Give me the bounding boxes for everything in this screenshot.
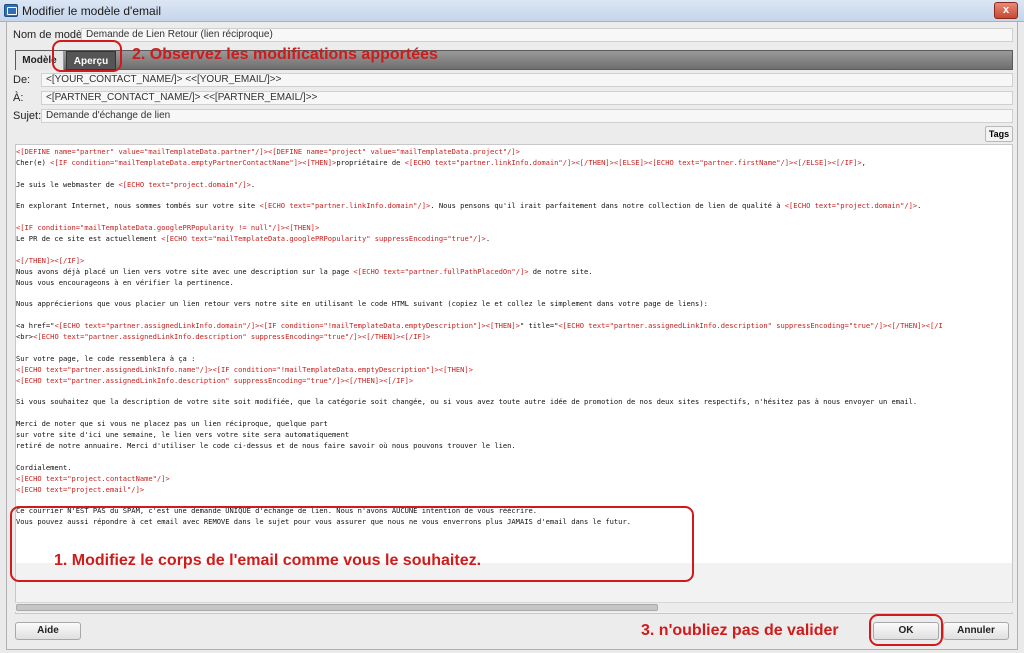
body-text: Cher(e) bbox=[16, 157, 51, 167]
template-tag-text: <[ECHO text="project.domain"/]> bbox=[784, 201, 918, 211]
from-field[interactable]: <[YOUR_CONTACT_NAME/]> <<[YOUR_EMAIL/]>> bbox=[41, 73, 1013, 87]
horizontal-scrollbar[interactable] bbox=[15, 602, 1013, 612]
editor-line: Nous avons déjà placé un lien vers votre… bbox=[16, 267, 943, 278]
body-text: Cordialement. bbox=[16, 462, 72, 472]
template-tag-text: <[ECHO text="partner.assignedLinkInfo.de… bbox=[33, 332, 431, 342]
annotation-step3: 3. n'oubliez pas de valider bbox=[641, 622, 839, 639]
template-tag-text: <[ECHO text="partner.assignedLinkInfo.de… bbox=[16, 375, 414, 385]
body-text: . bbox=[917, 201, 922, 211]
close-icon[interactable]: x bbox=[994, 2, 1018, 19]
annotation-box-email-body bbox=[10, 506, 694, 582]
subject-label: Sujet: bbox=[13, 110, 42, 122]
body-text: propriétaire de bbox=[336, 157, 405, 167]
annotation-box-preview-tab bbox=[52, 40, 122, 72]
editor-line: En explorant Internet, nous sommes tombé… bbox=[16, 201, 943, 212]
body-text: <br> bbox=[16, 332, 34, 342]
editor-line: <a href="<[ECHO text="partner.assignedLi… bbox=[16, 321, 943, 332]
editor-line: retiré de notre annuaire. Merci d'utilis… bbox=[16, 441, 943, 452]
annotation-step1: 1. Modifiez le corps de l'email comme vo… bbox=[54, 552, 482, 569]
template-tag-text: <[ECHO text="project.email"/]> bbox=[16, 484, 145, 494]
template-tag-text: <[ECHO text="partner.assignedLinkInfo.de… bbox=[558, 321, 943, 331]
body-text: Sur votre page, le code ressemblera à ça… bbox=[16, 353, 196, 363]
body-text: , bbox=[861, 157, 866, 167]
template-tag-text: <[IF condition="mailTemplateData.emptyPa… bbox=[50, 157, 337, 167]
editor-line: Si vous souhaitez que la description de … bbox=[16, 397, 943, 408]
editor-line: <[ECHO text="project.contactName"/]> bbox=[16, 474, 943, 485]
body-text: sur votre site d'ici une semaine, le lie… bbox=[16, 430, 350, 440]
editor-line: sur votre site d'ici une semaine, le lie… bbox=[16, 430, 943, 441]
template-tag-text: <[ECHO text="mailTemplateData.googlePRPo… bbox=[161, 234, 486, 244]
body-text: Je suis le webmaster de bbox=[16, 179, 119, 189]
body-text: Nous vous encourageons à en vérifier la … bbox=[16, 277, 234, 287]
editor-line: Nous vous encourageons à en vérifier la … bbox=[16, 278, 943, 289]
from-label: De: bbox=[13, 74, 31, 86]
template-tag-text: <[ECHO text="partner.fullPathPlacedOn"/]… bbox=[353, 266, 529, 276]
editor-line: Cher(e) <[IF condition="mailTemplateData… bbox=[16, 158, 943, 169]
editor-line: Je suis le webmaster de <[ECHO text="pro… bbox=[16, 180, 943, 191]
model-name-input[interactable]: Demande de Lien Retour (lien réciproque) bbox=[81, 28, 1013, 42]
template-tag-text: <[/THEN]><[/IF]> bbox=[16, 255, 85, 265]
editor-line: Sur votre page, le code ressemblera à ça… bbox=[16, 354, 943, 365]
to-field[interactable]: <[PARTNER_CONTACT_NAME/]> <<[PARTNER_EMA… bbox=[41, 91, 1013, 105]
annotation-box-ok bbox=[869, 614, 943, 646]
body-text: Merci de noter que si vous ne placez pas… bbox=[16, 419, 328, 429]
tags-button[interactable]: Tags bbox=[985, 126, 1013, 142]
app-window-icon bbox=[4, 4, 18, 17]
editor-line: <[ECHO text="project.email"/]> bbox=[16, 485, 943, 496]
editor-line: <[/THEN]><[/IF]> bbox=[16, 256, 943, 267]
body-text: . bbox=[485, 234, 491, 244]
annotation-step2: 2. Observez les modifications apportées bbox=[132, 46, 438, 63]
body-text: Nous apprécierions que vous placier un l… bbox=[16, 299, 708, 309]
body-text: . bbox=[250, 179, 256, 189]
editor-line: <[DEFINE name="partner" value="mailTempl… bbox=[16, 147, 943, 158]
window-title: Modifier le modèle d'email bbox=[22, 4, 162, 18]
editor-line: <[IF condition="mailTemplateData.googleP… bbox=[16, 223, 943, 234]
editor-line: <[ECHO text="partner.assignedLinkInfo.na… bbox=[16, 365, 943, 376]
body-text: Le PR de ce site est actuellement bbox=[16, 234, 162, 244]
template-tag-text: <[DEFINE name="partner" value="mailTempl… bbox=[16, 147, 520, 156]
body-text: <a href=" bbox=[16, 321, 55, 331]
body-text: En explorant Internet, nous sommes tombé… bbox=[16, 201, 260, 211]
body-text: . Nous pensons qu'il irait parfaitement … bbox=[430, 201, 785, 211]
body-text: " title=" bbox=[519, 321, 559, 331]
body-text: retiré de notre annuaire. Merci d'utilis… bbox=[16, 441, 516, 451]
template-tag-text: <[ECHO text="project.domain"/]> bbox=[118, 179, 251, 189]
body-text: Si vous souhaitez que la description de … bbox=[16, 397, 918, 407]
template-tag-text: <[ECHO text="partner.linkInfo.domain"/]> bbox=[259, 201, 431, 211]
template-tag-text: <[ECHO text="partner.assignedLinkInfo.do… bbox=[54, 321, 520, 331]
editor-line: <[ECHO text="partner.assignedLinkInfo.de… bbox=[16, 376, 943, 387]
to-label: À: bbox=[13, 92, 24, 104]
editor-line: <br><[ECHO text="partner.assignedLinkInf… bbox=[16, 332, 943, 343]
template-tag-text: <[IF condition="mailTemplateData.googleP… bbox=[16, 223, 320, 233]
cancel-button[interactable]: Annuler bbox=[943, 622, 1009, 640]
help-button[interactable]: Aide bbox=[15, 622, 81, 640]
scrollbar-thumb[interactable] bbox=[16, 604, 658, 611]
editor-line: Nous apprécierions que vous placier un l… bbox=[16, 299, 943, 310]
body-text: Nous avons déjà placé un lien vers votre… bbox=[16, 266, 354, 276]
template-tag-text: <[ECHO text="partner.linkInfo.domain"/]>… bbox=[404, 157, 862, 167]
window-titlebar: Modifier le modèle d'email x bbox=[0, 0, 1024, 22]
editor-line: Merci de noter que si vous ne placez pas… bbox=[16, 419, 943, 430]
body-text: de notre site. bbox=[528, 266, 593, 276]
template-tag-text: <[ECHO text="partner.assignedLinkInfo.na… bbox=[16, 364, 473, 374]
email-body-text: <[DEFINE name="partner" value="mailTempl… bbox=[16, 147, 943, 528]
template-tag-text: <[ECHO text="project.contactName"/]> bbox=[16, 473, 170, 483]
editor-line: Le PR de ce site est actuellement <[ECHO… bbox=[16, 234, 943, 245]
subject-field[interactable]: Demande d'échange de lien bbox=[41, 109, 1013, 123]
editor-line: Cordialement. bbox=[16, 463, 943, 474]
